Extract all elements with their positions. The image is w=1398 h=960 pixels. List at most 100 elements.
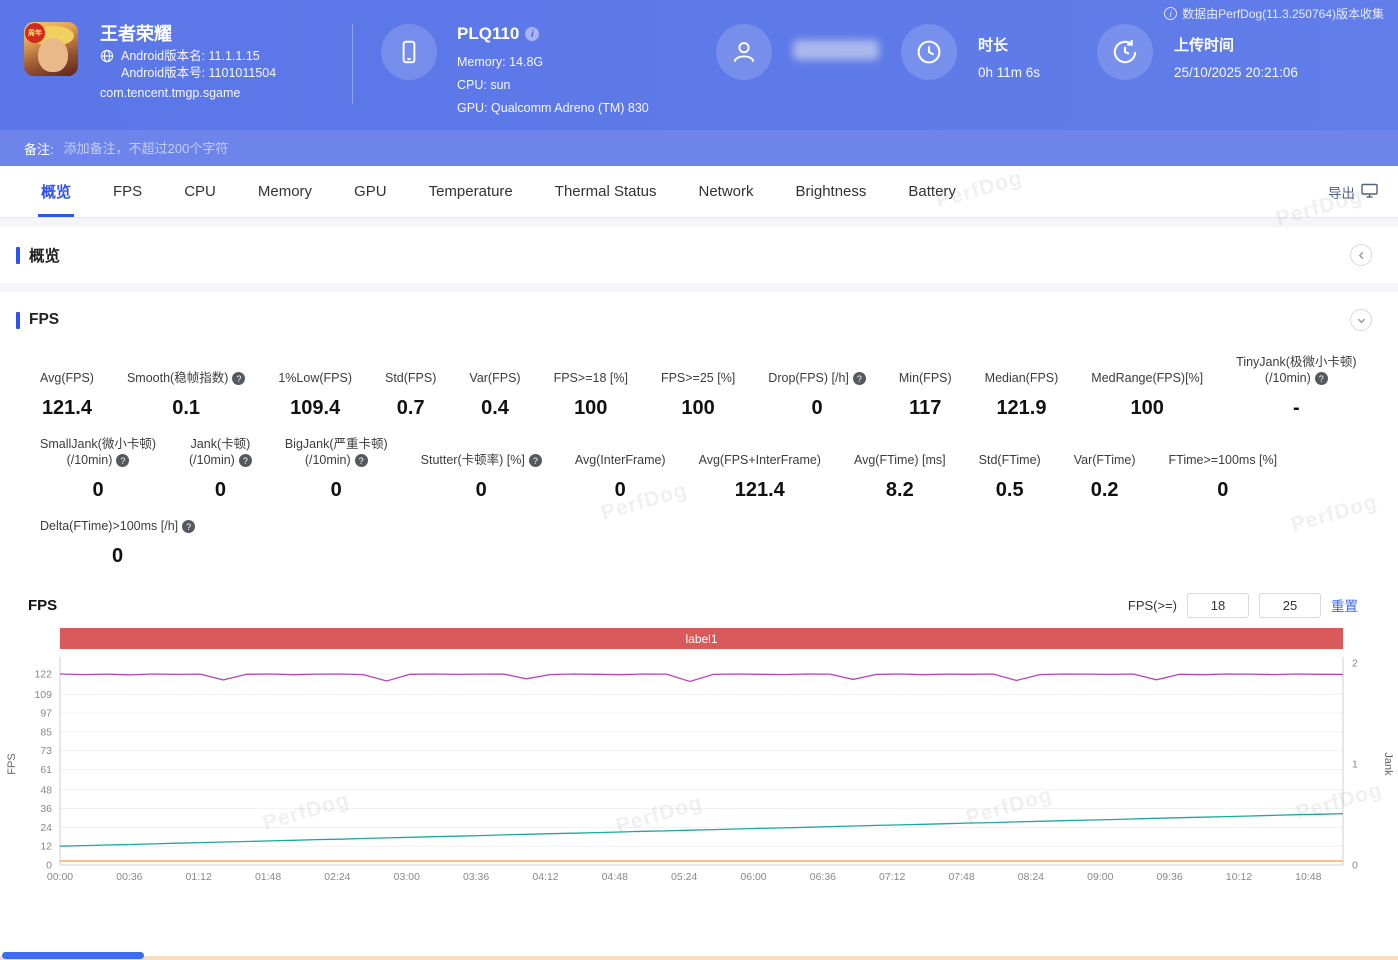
chart-label1-bar[interactable]: label1 (60, 628, 1343, 649)
export-icon (1361, 183, 1378, 201)
metric-drop-fps-h: Drop(FPS) [/h]? 0 (768, 370, 866, 420)
tab-cpu[interactable]: CPU (163, 166, 237, 217)
tab-概览[interactable]: 概览 (20, 166, 92, 217)
bottom-strip (0, 956, 1398, 960)
metric-label: Avg(FPS+InterFrame) (698, 453, 821, 467)
metric-label: Drop(FPS) [/h]? (768, 370, 866, 386)
svg-text:02:24: 02:24 (324, 871, 350, 883)
help-icon[interactable]: ? (354, 454, 368, 468)
svg-text:122: 122 (34, 669, 52, 681)
metric-avg-interframe: Avg(InterFrame) 0 (575, 452, 666, 502)
fps-threshold-min-input[interactable] (1187, 592, 1249, 618)
metric-label: Avg(FPS) (40, 371, 94, 385)
help-icon[interactable]: ? (182, 520, 196, 534)
metric-value: 0 (112, 545, 124, 567)
reset-button[interactable]: 重置 (1331, 595, 1358, 615)
device-model: PLQ110 i (457, 24, 540, 44)
tab-gpu[interactable]: GPU (333, 166, 408, 217)
metric-label: FPS>=18 [%] (553, 371, 628, 385)
metric-value: - (1293, 397, 1300, 419)
svg-text:04:12: 04:12 (532, 871, 558, 883)
help-icon[interactable]: ? (852, 372, 866, 386)
metric-std-fps: Std(FPS) 0.7 (385, 370, 436, 420)
device-info-icon[interactable]: i (525, 27, 540, 41)
note-label: 备注: (24, 141, 54, 157)
fps-collapse-button[interactable] (1350, 309, 1372, 331)
user-icon (716, 24, 772, 80)
svg-text:00:00: 00:00 (47, 871, 73, 883)
svg-text:FPS: FPS (6, 753, 18, 774)
metric-ftime-100ms-%: FTime>=100ms [%] 0 (1169, 452, 1278, 502)
fps-threshold-filter: FPS(>=) 重置 (1127, 592, 1358, 618)
perfdog-report-page: 周年 王者荣耀 Android版本名: 11.1.1.15 Android版本号… (0, 0, 1398, 960)
metric-1%low-fps: 1%Low(FPS) 109.4 (278, 370, 352, 420)
tab-fps[interactable]: FPS (92, 166, 163, 217)
svg-text:03:36: 03:36 (463, 871, 489, 883)
tab-memory[interactable]: Memory (237, 166, 333, 217)
tab-list: 概览 FPS CPU Memory GPU Temperature Thermal Stat… (20, 166, 977, 217)
metric-label: Smooth(稳帧指数)? (127, 370, 246, 386)
fps-chart-header: FPS FPS(>=) 重置 (0, 584, 1398, 624)
svg-text:05:24: 05:24 (671, 871, 697, 883)
tab-brightness[interactable]: Brightness (775, 166, 888, 217)
metric-tinyjank-10min: TinyJank(极微小卡顿) (/10min)? - (1236, 354, 1356, 420)
svg-text:00:36: 00:36 (116, 871, 142, 883)
svg-text:06:00: 06:00 (740, 871, 766, 883)
tab-battery[interactable]: Battery (887, 166, 977, 217)
game-title: 王者荣耀 (100, 24, 172, 44)
help-icon[interactable]: ? (1314, 372, 1328, 386)
section-gap (0, 218, 1398, 227)
tab-temperature[interactable]: Temperature (408, 166, 534, 217)
horizontal-scrollbar[interactable] (2, 952, 144, 959)
device-memory: Memory: 14.8G (457, 55, 544, 69)
section-gap (0, 283, 1398, 292)
note-input[interactable] (63, 140, 484, 156)
metric-value: 100 (574, 397, 608, 419)
svg-text:73: 73 (40, 745, 52, 757)
fps-threshold-label: FPS(>=) (1127, 597, 1177, 613)
metric-label: MedRange(FPS)[%] (1091, 371, 1204, 385)
metric-avg-fps-interframe: Avg(FPS+InterFrame) 121.4 (699, 452, 821, 502)
metric-label: BigJank(严重卡顿) (/10min)? (284, 437, 388, 468)
export-button[interactable]: 导出 (1328, 182, 1378, 202)
fps-section-title: FPS (29, 311, 60, 328)
device-gpu: GPU: Qualcomm Adreno (TM) 830 (457, 101, 649, 115)
fps-section-header: FPS (0, 292, 1398, 348)
tab-thermal-status[interactable]: Thermal Status (534, 166, 678, 217)
svg-text:06:36: 06:36 (810, 871, 836, 883)
metric-value: 121.9 (996, 397, 1047, 419)
tab-network[interactable]: Network (678, 166, 775, 217)
help-icon[interactable]: ? (528, 454, 542, 468)
svg-text:07:12: 07:12 (879, 871, 905, 883)
svg-text:09:36: 09:36 (1156, 871, 1182, 883)
metric-value: 0 (214, 479, 226, 501)
help-icon[interactable]: ? (232, 372, 246, 386)
metric-value: 0.7 (396, 397, 425, 419)
overview-collapse-button[interactable] (1350, 244, 1372, 266)
metric-value: 0 (92, 479, 104, 501)
fps-threshold-max-input[interactable] (1259, 592, 1321, 618)
upload-time-icon (1097, 24, 1153, 80)
duration-label: 时长 (978, 37, 1009, 54)
svg-text:Jank: Jank (1382, 752, 1394, 776)
fps-chart-svg: 0122436486173859710912201200:00 00:36 01:1… (6, 657, 1394, 883)
metric-var-fps: Var(FPS) 0.4 (469, 370, 520, 420)
metric-avg-ftime-ms: Avg(FTime) [ms] 8.2 (854, 452, 946, 502)
android-version-code: Android版本号: 1101011504 (121, 66, 277, 80)
svg-text:1: 1 (1352, 759, 1358, 771)
metric-std-ftime: Std(FTime) 0.5 (979, 452, 1041, 502)
metric-fps-18-%: FPS>=18 [%] 100 (554, 370, 628, 420)
svg-text:07:48: 07:48 (948, 871, 974, 883)
help-icon[interactable]: ? (116, 454, 130, 468)
upload-time-value: 25/10/2025 20:21:06 (1174, 65, 1298, 80)
metric-var-ftime: Var(FTime) 0.2 (1074, 452, 1136, 502)
help-icon[interactable]: ? (238, 454, 252, 468)
metric-label: 1%Low(FPS) (278, 371, 352, 385)
metric-label: Std(FPS) (385, 371, 437, 385)
metric-value: 100 (681, 397, 715, 419)
metric-value: 0.2 (1090, 479, 1119, 501)
section-accent-bar (16, 246, 20, 264)
metric-jank-10min: Jank(卡顿) (/10min)? 0 (189, 436, 252, 502)
device-cpu: CPU: sun (457, 78, 511, 92)
metric-stutter-%: Stutter(卡顿率) [%]? 0 (421, 452, 542, 502)
